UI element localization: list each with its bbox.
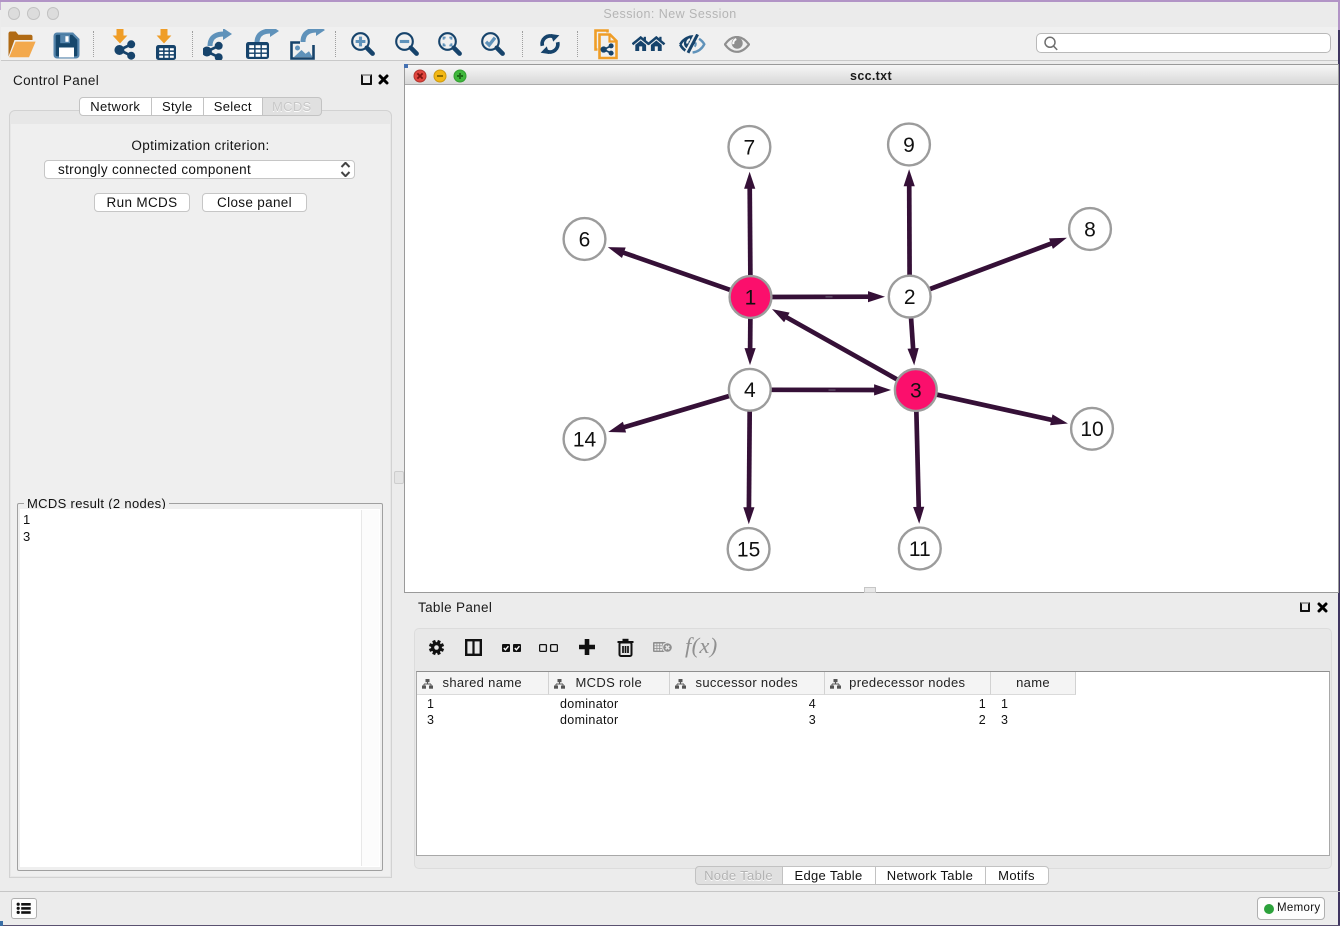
svg-text:6: 6 bbox=[579, 228, 591, 251]
svg-text:15: 15 bbox=[737, 538, 760, 561]
svg-text:10: 10 bbox=[1080, 418, 1103, 441]
svg-text:3: 3 bbox=[910, 379, 922, 402]
svg-text:8: 8 bbox=[1084, 218, 1096, 241]
svg-text:14: 14 bbox=[573, 428, 597, 451]
svg-text:2: 2 bbox=[904, 286, 916, 309]
svg-text:11: 11 bbox=[909, 538, 931, 561]
svg-text:7: 7 bbox=[744, 136, 756, 159]
svg-text:4: 4 bbox=[744, 379, 756, 402]
svg-text:1: 1 bbox=[745, 286, 757, 309]
svg-text:9: 9 bbox=[903, 134, 915, 157]
